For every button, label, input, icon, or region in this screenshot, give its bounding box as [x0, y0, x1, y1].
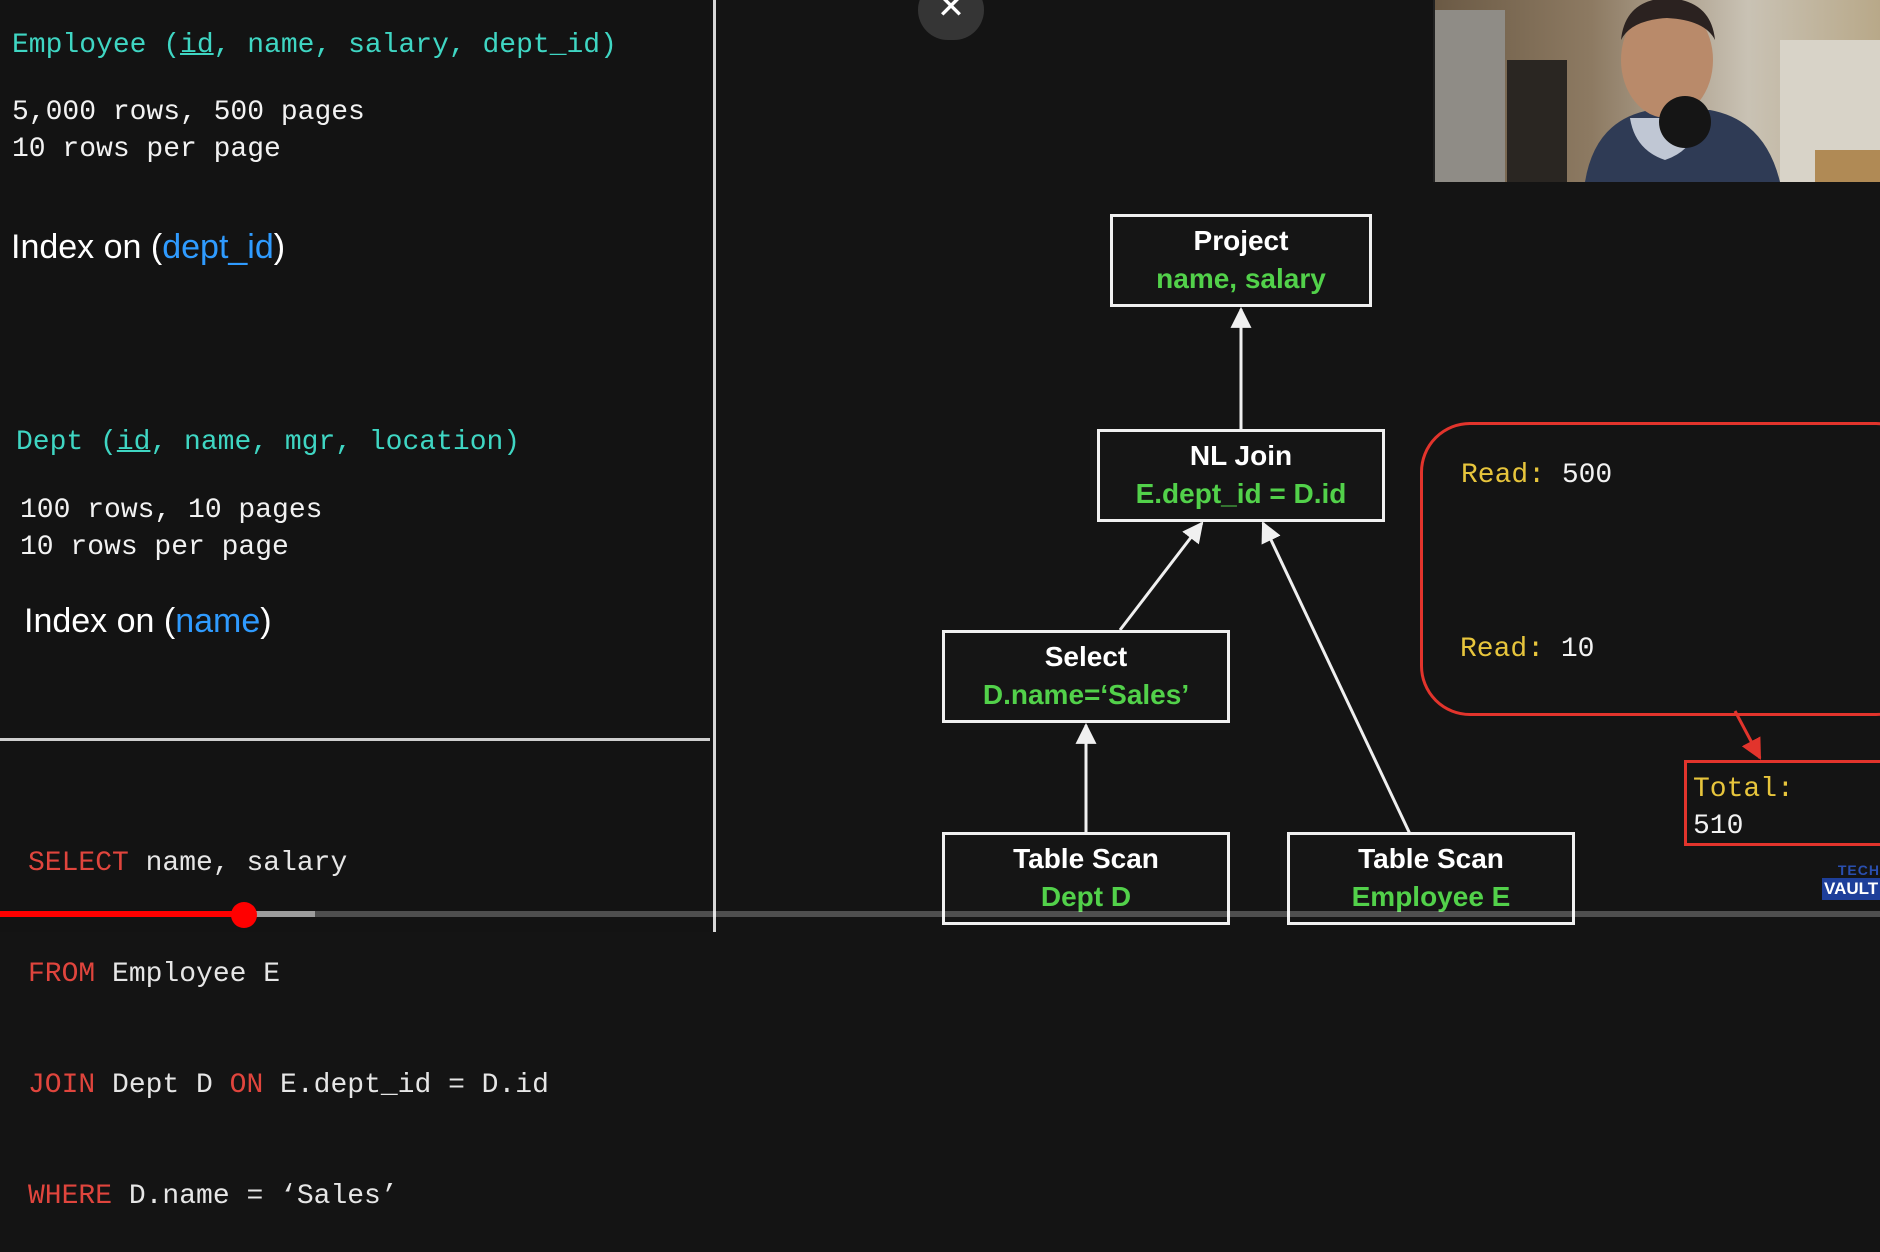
node-title: Table Scan — [1358, 843, 1504, 874]
sql-line-join: JOIN Dept D ON E.dept_id = D.id — [28, 1070, 549, 1101]
edge-cost-total — [1733, 710, 1762, 760]
total-label: Total: — [1693, 774, 1794, 805]
node-detail: Employee E — [1351, 881, 1511, 912]
node-project: Project name, salary — [1110, 214, 1372, 307]
total-cost-box: Total: 510 — [1684, 760, 1880, 846]
node-detail: Dept D — [1040, 881, 1132, 912]
node-detail: D.name=‘Sales’ — [982, 679, 1190, 710]
node-title: Select — [1044, 641, 1128, 672]
edge-scanemp-join — [1261, 521, 1412, 835]
sql-line-where: WHERE D.name = ‘Sales’ — [28, 1181, 398, 1212]
read-cost-2: Read: 10 — [1460, 634, 1595, 665]
node-title: Project — [1193, 225, 1289, 256]
node-detail: name, salary — [1156, 263, 1326, 294]
total-value: 510 — [1693, 811, 1744, 842]
node-title: Table Scan — [1013, 843, 1159, 874]
node-detail: E.dept_id = D.id — [1135, 478, 1347, 509]
node-title: NL Join — [1189, 440, 1293, 471]
read-cost-1: Read: 500 — [1461, 460, 1613, 491]
node-nl-join: NL Join E.dept_id = D.id — [1097, 429, 1385, 522]
progress-played — [0, 911, 245, 917]
channel-logo: TECH VAULT — [1822, 862, 1880, 900]
node-select: Select D.name=‘Sales’ — [942, 630, 1230, 723]
edge-select-join — [1118, 521, 1204, 631]
sql-line-from: FROM Employee E — [28, 959, 281, 990]
